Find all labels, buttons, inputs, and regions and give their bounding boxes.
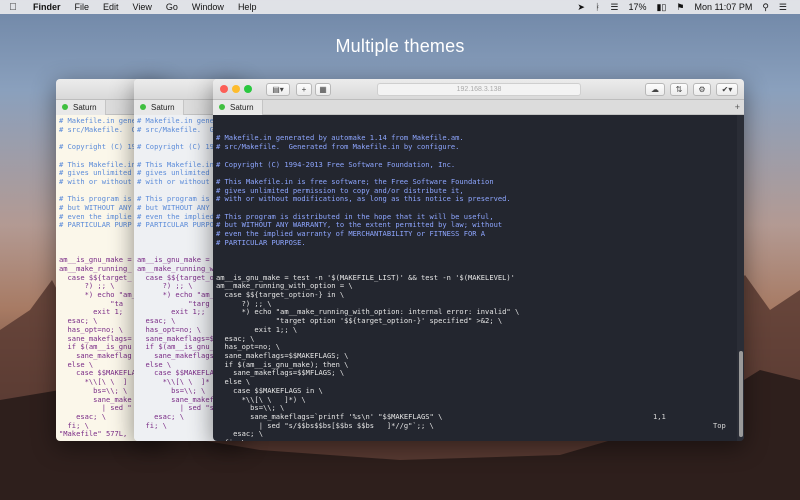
terminal-line: # src/Makefile. Generated from Makefile.… [216,142,460,152]
terminal-line: # PARTICULAR PURPOSE. [216,237,306,247]
menu-file[interactable]: File [68,2,97,12]
bluetooth-icon[interactable]: ᛓ [590,2,605,12]
terminal-line: exit 1;; \ [216,324,298,334]
menu-edit[interactable]: Edit [96,2,126,12]
cursor-position: 1,1 [653,411,666,421]
menubar-status-area: ➤ ᛓ ☰ 17% ▮▯ ⚑ Mon 11:07 PM ⚲ ☰ [572,2,800,13]
cloud-icon[interactable]: ☁ [645,82,665,96]
tools-icon[interactable]: ✔▾ [716,82,738,96]
zoom-icon[interactable] [244,85,252,93]
spotlight-search-icon[interactable]: ⚲ [757,2,774,13]
clock[interactable]: Mon 11:07 PM [689,2,757,12]
status-dot-icon [219,104,225,110]
grid-icon[interactable]: ▦ [315,82,331,96]
location-arrow-icon[interactable]: ➤ [572,2,590,13]
transfer-arrows-icon[interactable]: ⇅ [670,82,688,96]
tab-saturn[interactable]: Saturn [134,99,184,115]
flag-icon[interactable]: ⚑ [671,2,689,13]
page-title: Multiple themes [335,36,465,56]
tab-saturn[interactable]: Saturn [56,99,106,115]
tab-saturn[interactable]: Saturn [213,99,263,115]
status-dot-icon [140,104,146,110]
menu-go[interactable]: Go [159,2,185,12]
scroll-position: Top [713,420,726,430]
menu-window[interactable]: Window [185,2,231,12]
minimize-icon[interactable] [232,85,240,93]
scrollbar[interactable] [737,115,744,441]
menu-app-finder[interactable]: Finder [26,2,68,12]
menubar:  Finder File Edit View Go Window Help ➤… [0,0,800,14]
traffic-lights [213,85,256,93]
battery-icon[interactable]: ▮▯ [651,2,671,13]
add-tab-plus-icon[interactable]: + [735,102,740,112]
wifi-icon[interactable]: ☰ [605,2,623,13]
battery-percent[interactable]: 17% [623,2,651,12]
notification-center-icon[interactable]: ☰ [774,2,792,13]
gear-icon[interactable]: ⚙ [693,82,711,96]
terminal-line: *\\[\ \ ]*) \ [216,394,306,404]
terminal-line: # Copyright (C) 1994-2013 Free Software … [216,159,456,169]
terminal-line: # with or without modifications, as long… [216,194,511,204]
window-toolbar: ▤▾ + ▦ 192.168.3.138 ☁ ⇅ ⚙ ✔▾ [213,79,744,100]
new-tab-plus-icon[interactable]: + [296,82,312,96]
menu-view[interactable]: View [126,2,159,12]
apple-icon[interactable]:  [0,2,26,13]
close-icon[interactable] [220,85,228,93]
address-field[interactable]: 192.168.3.138 [377,82,581,96]
tab-bar: Saturn + [213,99,744,115]
terminal-line: sane_makeflags=$$MFLAGS; \ [216,368,345,378]
status-dot-icon [62,104,68,110]
terminal-content[interactable]: # Makefile.in generated by automake 1.14… [213,115,744,441]
terminal-line: fi; \ [216,438,741,441]
menu-help[interactable]: Help [231,2,264,12]
terminal-line: esac; \ [216,333,255,343]
terminal-window-front[interactable]: ▤▾ + ▦ 192.168.3.138 ☁ ⇅ ⚙ ✔▾ Saturn + #… [213,79,744,441]
book-icon[interactable]: ▤▾ [266,82,290,96]
vim-status-line: 1,1 Top [213,404,733,439]
scrollbar-thumb[interactable] [739,351,743,437]
terminal-line: case $${target_option-} in \ [216,290,345,300]
